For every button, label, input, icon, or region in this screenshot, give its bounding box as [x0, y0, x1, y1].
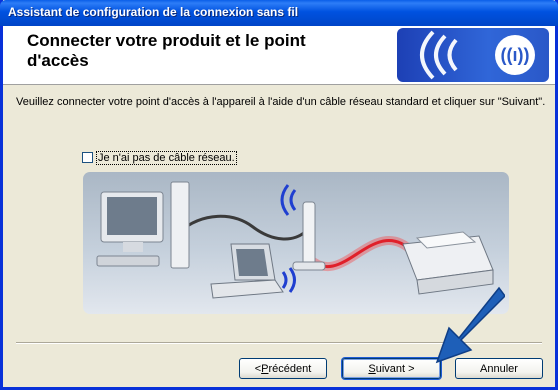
page-title: Connecter votre produit et le point d'ac…	[27, 31, 306, 70]
previous-button[interactable]: < Précédent	[239, 358, 327, 379]
previous-button-label: récédent	[268, 362, 312, 375]
svg-text:((ı)): ((ı))	[501, 45, 530, 65]
instruction-text: Veuillez connecter votre point d'accès à…	[16, 96, 546, 108]
network-cable	[178, 214, 306, 241]
computer-icon	[96, 181, 190, 269]
window-title: Assistant de configuration de la connexi…	[8, 5, 299, 19]
previous-button-accelerator: P	[261, 362, 269, 375]
pointer-arrow-icon	[435, 286, 505, 364]
laptop-icon	[210, 243, 284, 299]
wireless-signal-icon: ((ı))	[420, 30, 535, 80]
wireless-banner: ((ı))	[397, 28, 549, 82]
title-bar[interactable]: Assistant de configuration de la connexi…	[0, 0, 558, 26]
no-cable-label[interactable]: Je n'ai pas de câble réseau.	[96, 150, 237, 165]
next-button[interactable]: Suivant >	[342, 358, 441, 379]
next-button-accelerator: S	[368, 362, 376, 375]
next-button-label: uivant >	[375, 362, 415, 375]
access-point-wireless-icon	[280, 184, 297, 216]
wizard-window: Assistant de configuration de la connexi…	[0, 0, 558, 390]
laptop-wireless-icon	[281, 267, 296, 293]
no-cable-option[interactable]: Je n'ai pas de câble réseau.	[82, 150, 237, 165]
wizard-header: Connecter votre produit et le point d'ac…	[3, 26, 555, 85]
no-cable-checkbox[interactable]	[82, 152, 93, 163]
